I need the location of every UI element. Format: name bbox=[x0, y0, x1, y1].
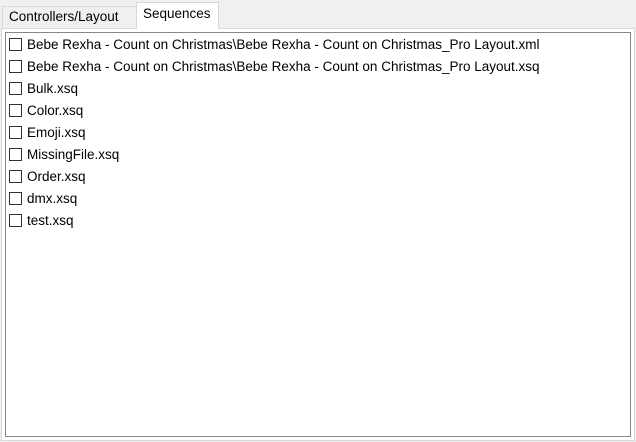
sequence-label: Color.xsq bbox=[27, 103, 84, 118]
sequence-checklist[interactable]: Bebe Rexha - Count on Christmas\Bebe Rex… bbox=[5, 32, 631, 437]
list-item[interactable]: Emoji.xsq bbox=[6, 122, 630, 144]
sequence-label: dmx.xsq bbox=[27, 191, 78, 206]
sequence-checkbox[interactable] bbox=[9, 104, 22, 117]
tab-sequences[interactable]: Sequences bbox=[136, 2, 219, 29]
list-item[interactable]: dmx.xsq bbox=[6, 188, 630, 210]
sequence-checkbox[interactable] bbox=[9, 192, 22, 205]
sequence-checkbox[interactable] bbox=[9, 60, 22, 73]
sequence-checkbox[interactable] bbox=[9, 126, 22, 139]
list-item[interactable]: Color.xsq bbox=[6, 100, 630, 122]
sequence-checkbox[interactable] bbox=[9, 82, 22, 95]
sequence-label: test.xsq bbox=[27, 213, 74, 228]
sequence-label: MissingFile.xsq bbox=[27, 147, 120, 162]
list-item[interactable]: Bebe Rexha - Count on Christmas\Bebe Rex… bbox=[6, 56, 630, 78]
sequence-checkbox[interactable] bbox=[9, 214, 22, 227]
sequence-label: Bebe Rexha - Count on Christmas\Bebe Rex… bbox=[27, 37, 540, 52]
sequence-checkbox[interactable] bbox=[9, 148, 22, 161]
list-item[interactable]: test.xsq bbox=[6, 210, 630, 232]
list-item[interactable]: MissingFile.xsq bbox=[6, 144, 630, 166]
sequence-label: Emoji.xsq bbox=[27, 125, 86, 140]
sequence-label: Bulk.xsq bbox=[27, 81, 79, 96]
tab-strip: Controllers/Layout Sequences bbox=[0, 0, 636, 29]
sequence-label: Bebe Rexha - Count on Christmas\Bebe Rex… bbox=[27, 59, 540, 74]
list-item[interactable]: Bulk.xsq bbox=[6, 78, 630, 100]
tab-controllers-layout[interactable]: Controllers/Layout bbox=[2, 6, 137, 28]
list-item[interactable]: Bebe Rexha - Count on Christmas\Bebe Rex… bbox=[6, 34, 630, 56]
sequence-label: Order.xsq bbox=[27, 169, 86, 184]
sequences-panel: Bebe Rexha - Count on Christmas\Bebe Rex… bbox=[1, 28, 635, 441]
sequence-checkbox[interactable] bbox=[9, 170, 22, 183]
list-item[interactable]: Order.xsq bbox=[6, 166, 630, 188]
sequence-checkbox[interactable] bbox=[9, 38, 22, 51]
sequences-window: Controllers/Layout Sequences Bebe Rexha … bbox=[0, 0, 636, 442]
